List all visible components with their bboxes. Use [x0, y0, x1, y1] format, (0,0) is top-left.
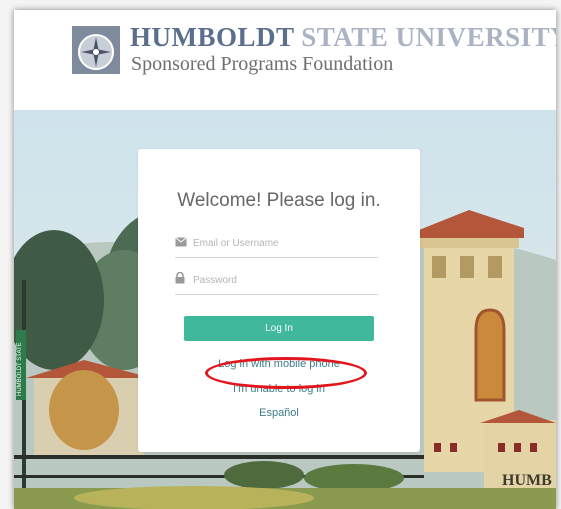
red-highlight-ellipse: [205, 357, 367, 389]
street-sign-text: HUMBOLDT STATE: [17, 342, 23, 396]
password-input[interactable]: [193, 268, 373, 292]
title-secondary: STATE UNIVERSITY: [301, 22, 556, 52]
username-field: [175, 231, 378, 258]
login-button[interactable]: Log In: [184, 316, 374, 341]
login-card: Welcome! Please log in. Log In Log in wi…: [138, 149, 420, 452]
password-field: [175, 268, 378, 295]
compass-seal-icon: [72, 26, 120, 74]
envelope-icon: [175, 234, 189, 248]
language-link[interactable]: Español: [138, 407, 420, 419]
page-header: HUMBOLDT STATE UNIVERSITY Sponsored Prog…: [14, 10, 556, 110]
university-title: HUMBOLDT STATE UNIVERSITY: [130, 22, 556, 53]
university-logo: [72, 26, 120, 74]
title-primary: HUMBOLDT: [130, 22, 295, 52]
browser-frame: HUMBOLDT STATE UNIVERSITY Sponsored Prog…: [14, 10, 556, 509]
welcome-heading: Welcome! Please log in.: [177, 190, 381, 211]
organization-subtitle: Sponsored Programs Foundation: [131, 53, 394, 75]
building-sign-text: HUMB: [502, 472, 552, 489]
username-input[interactable]: [193, 231, 373, 255]
lock-icon: [175, 271, 189, 285]
